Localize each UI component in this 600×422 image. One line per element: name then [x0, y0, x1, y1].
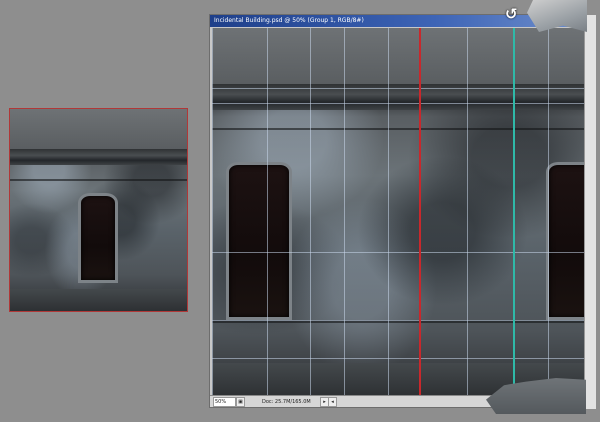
rotate-cursor-icon: ↺ [505, 5, 518, 23]
guide-horizontal[interactable] [212, 358, 584, 359]
document-size-info: Doc: 25.7M/165.0M [262, 399, 311, 405]
document-canvas[interactable] [212, 28, 584, 397]
reference-ground [10, 289, 187, 311]
right-arched-window [546, 162, 584, 320]
reference-ledge [10, 179, 187, 181]
red-guide-line[interactable] [419, 28, 421, 397]
guide-vertical[interactable] [310, 28, 311, 397]
guide-horizontal[interactable] [212, 320, 584, 321]
document-window[interactable]: Incidental Building.psd @ 50% (Group 1, … [209, 14, 596, 409]
document-title: Incidental Building.psd @ 50% (Group 1, … [214, 17, 364, 24]
reference-top-slab [10, 109, 187, 149]
guide-vertical[interactable] [548, 28, 549, 397]
guide-horizontal[interactable] [212, 103, 584, 104]
guide-horizontal[interactable] [212, 252, 584, 253]
zoom-level-field[interactable]: 50% [213, 397, 236, 407]
vertical-scrollbar[interactable] [584, 15, 596, 409]
left-arched-window [226, 162, 292, 320]
guide-vertical[interactable] [388, 28, 389, 397]
guide-vertical[interactable] [344, 28, 345, 397]
navigator-icon[interactable]: ▣ [236, 397, 245, 407]
scroll-left-icon[interactable]: ◂ [328, 397, 337, 407]
guide-vertical[interactable] [267, 28, 268, 397]
cyan-guide-line[interactable] [513, 28, 515, 397]
title-bar[interactable]: Incidental Building.psd @ 50% (Group 1, … [210, 15, 584, 27]
guide-horizontal[interactable] [212, 88, 584, 89]
guide-vertical[interactable] [467, 28, 468, 397]
reference-window [78, 193, 118, 283]
guide-vertical[interactable] [212, 28, 213, 397]
reference-image [9, 108, 188, 312]
reference-facade-texture [10, 109, 187, 311]
reference-cornice [10, 149, 187, 165]
